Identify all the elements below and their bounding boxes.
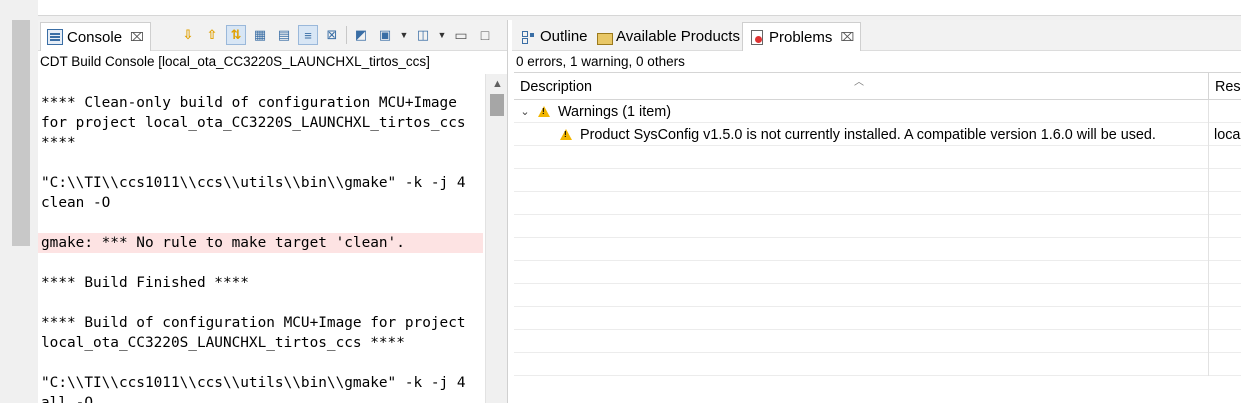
- console-icon: [47, 29, 63, 45]
- column-resource-label: Reso: [1215, 79, 1241, 95]
- table-row: [514, 215, 1241, 238]
- tab-available-products[interactable]: Available Products: [590, 22, 746, 51]
- toolbar-separator: [346, 26, 347, 44]
- tab-problems[interactable]: Problems ⌧: [742, 22, 862, 51]
- editor-area-strip: [0, 0, 1241, 20]
- scroll-down-icon[interactable]: ⇩: [178, 25, 198, 45]
- console-tabbar: Console ⌧ ⇩ ⇧ ⇅ ▦ ▤ ≡ ⊠ ◩ ▣ ▼ ◫ ▼ ▭ □: [38, 20, 507, 51]
- scroll-lock-icon[interactable]: ⇅: [226, 25, 246, 45]
- problems-view: Outline Available Products Problems ⌧ 0 …: [512, 20, 1241, 403]
- warning-icon: [538, 106, 550, 117]
- problems-summary: 0 errors, 1 warning, 0 others: [516, 54, 685, 69]
- display-console-icon[interactable]: ▣: [375, 25, 395, 45]
- close-icon[interactable]: ⌧: [130, 30, 144, 44]
- new-console-icon[interactable]: ◫: [413, 25, 433, 45]
- tab-console[interactable]: Console ⌧: [40, 22, 151, 51]
- scroll-up-icon[interactable]: ⇧: [202, 25, 222, 45]
- tab-available-products-label: Available Products: [616, 28, 740, 45]
- console-line: local_ota_CC3220S_LAUNCHXL_tirtos_ccs **…: [41, 335, 405, 351]
- column-description-label: Description: [520, 79, 592, 95]
- chevron-down-icon[interactable]: ▼: [437, 25, 447, 45]
- remove-launch-icon[interactable]: ⊠: [322, 25, 342, 45]
- table-cell: [1208, 238, 1241, 261]
- show-console-icon[interactable]: ≡: [298, 25, 318, 45]
- table-row: [514, 353, 1241, 376]
- table-row: [514, 261, 1241, 284]
- group-label: Warnings (1 item): [558, 103, 672, 120]
- console-line: **** Build of configuration MCU+Image fo…: [41, 315, 466, 331]
- table-header: Description ︿ Reso: [514, 72, 1241, 101]
- close-icon[interactable]: ⌧: [840, 30, 854, 44]
- console-scrollbar[interactable]: ▲: [485, 74, 507, 403]
- chevron-down-icon[interactable]: ▼: [399, 25, 409, 45]
- table-body: ⌄ Warnings (1 item) Product SysConfig v1…: [514, 100, 1241, 376]
- pin-console-icon[interactable]: ◩: [351, 25, 371, 45]
- tab-outline-label: Outline: [540, 28, 588, 45]
- table-cell: [1208, 330, 1241, 353]
- description-cell: Product SysConfig v1.5.0 is not currentl…: [560, 123, 1206, 146]
- outline-icon: [520, 29, 536, 45]
- word-wrap-icon[interactable]: ▤: [274, 25, 294, 45]
- table-cell: [1208, 261, 1241, 284]
- problem-resource: loca: [1214, 126, 1241, 143]
- table-row: [514, 146, 1241, 169]
- table-row: [514, 284, 1241, 307]
- console-scroll-thumb[interactable]: [490, 94, 504, 116]
- table-cell: [1208, 215, 1241, 238]
- editor-scrollbar[interactable]: [12, 20, 30, 246]
- console-line: for project local_ota_CC3220S_LAUNCHXL_t…: [41, 115, 466, 131]
- tab-outline[interactable]: Outline: [514, 22, 594, 51]
- console-error-line: gmake: *** No rule to make target 'clean…: [38, 233, 483, 253]
- table-row: [514, 307, 1241, 330]
- table-cell: [1208, 169, 1241, 192]
- editor-area: [38, 0, 1241, 16]
- console-line: "C:\\TI\\ccs1011\\ccs\\utils\\bin\\gmake…: [41, 175, 466, 191]
- console-line: all -O: [41, 395, 93, 403]
- table-cell: [1208, 307, 1241, 330]
- scroll-up-arrow-icon[interactable]: ▲: [492, 78, 503, 90]
- minimize-icon[interactable]: ▭: [451, 25, 471, 45]
- table-row: [514, 238, 1241, 261]
- table-cell: [1208, 353, 1241, 376]
- table-row[interactable]: Product SysConfig v1.5.0 is not currentl…: [514, 123, 1241, 146]
- folder-icon: [596, 29, 613, 45]
- console-line: **** Build Finished ****: [41, 275, 249, 291]
- tab-problems-label: Problems: [769, 28, 833, 46]
- console-line: ****: [41, 135, 76, 151]
- console-line: clean -O: [41, 195, 111, 211]
- console-output[interactable]: **** Clean-only build of configuration M…: [38, 76, 486, 403]
- console-line: "C:\\TI\\ccs1011\\ccs\\utils\\bin\\gmake…: [41, 375, 466, 391]
- console-line: **** Clean-only build of configuration M…: [41, 95, 457, 111]
- table-cell: [1208, 146, 1241, 169]
- problems-icon: [749, 29, 765, 45]
- resource-cell: loca: [1208, 123, 1241, 146]
- clear-console-icon[interactable]: ▦: [250, 25, 270, 45]
- table-row: [514, 192, 1241, 215]
- problems-tabbar: Outline Available Products Problems ⌧: [512, 20, 1241, 51]
- chevron-down-icon[interactable]: ⌄: [518, 105, 532, 118]
- group-cell: ⌄ Warnings (1 item): [518, 100, 1206, 123]
- table-row: [514, 169, 1241, 192]
- console-toolbar: ⇩ ⇧ ⇅ ▦ ▤ ≡ ⊠ ◩ ▣ ▼ ◫ ▼ ▭ □: [178, 24, 495, 46]
- column-resource[interactable]: Reso: [1208, 73, 1241, 101]
- problem-description: Product SysConfig v1.5.0 is not currentl…: [580, 126, 1156, 143]
- table-cell: [1208, 192, 1241, 215]
- console-title: CDT Build Console [local_ota_CC3220S_LAU…: [40, 54, 430, 69]
- left-gutter: [0, 20, 38, 403]
- maximize-icon[interactable]: □: [475, 25, 495, 45]
- table-row: [514, 330, 1241, 353]
- table-row[interactable]: ⌄ Warnings (1 item): [514, 100, 1241, 123]
- sort-ascending-icon: ︿: [854, 77, 864, 88]
- table-cell: [1208, 100, 1241, 123]
- console-view: Console ⌧ ⇩ ⇧ ⇅ ▦ ▤ ≡ ⊠ ◩ ▣ ▼ ◫ ▼ ▭ □ CD…: [38, 20, 508, 403]
- table-cell: [1208, 284, 1241, 307]
- tab-console-label: Console: [67, 28, 123, 46]
- problems-table: Description ︿ Reso ⌄ Warnings (1 item) P…: [514, 72, 1241, 403]
- warning-icon: [560, 129, 572, 140]
